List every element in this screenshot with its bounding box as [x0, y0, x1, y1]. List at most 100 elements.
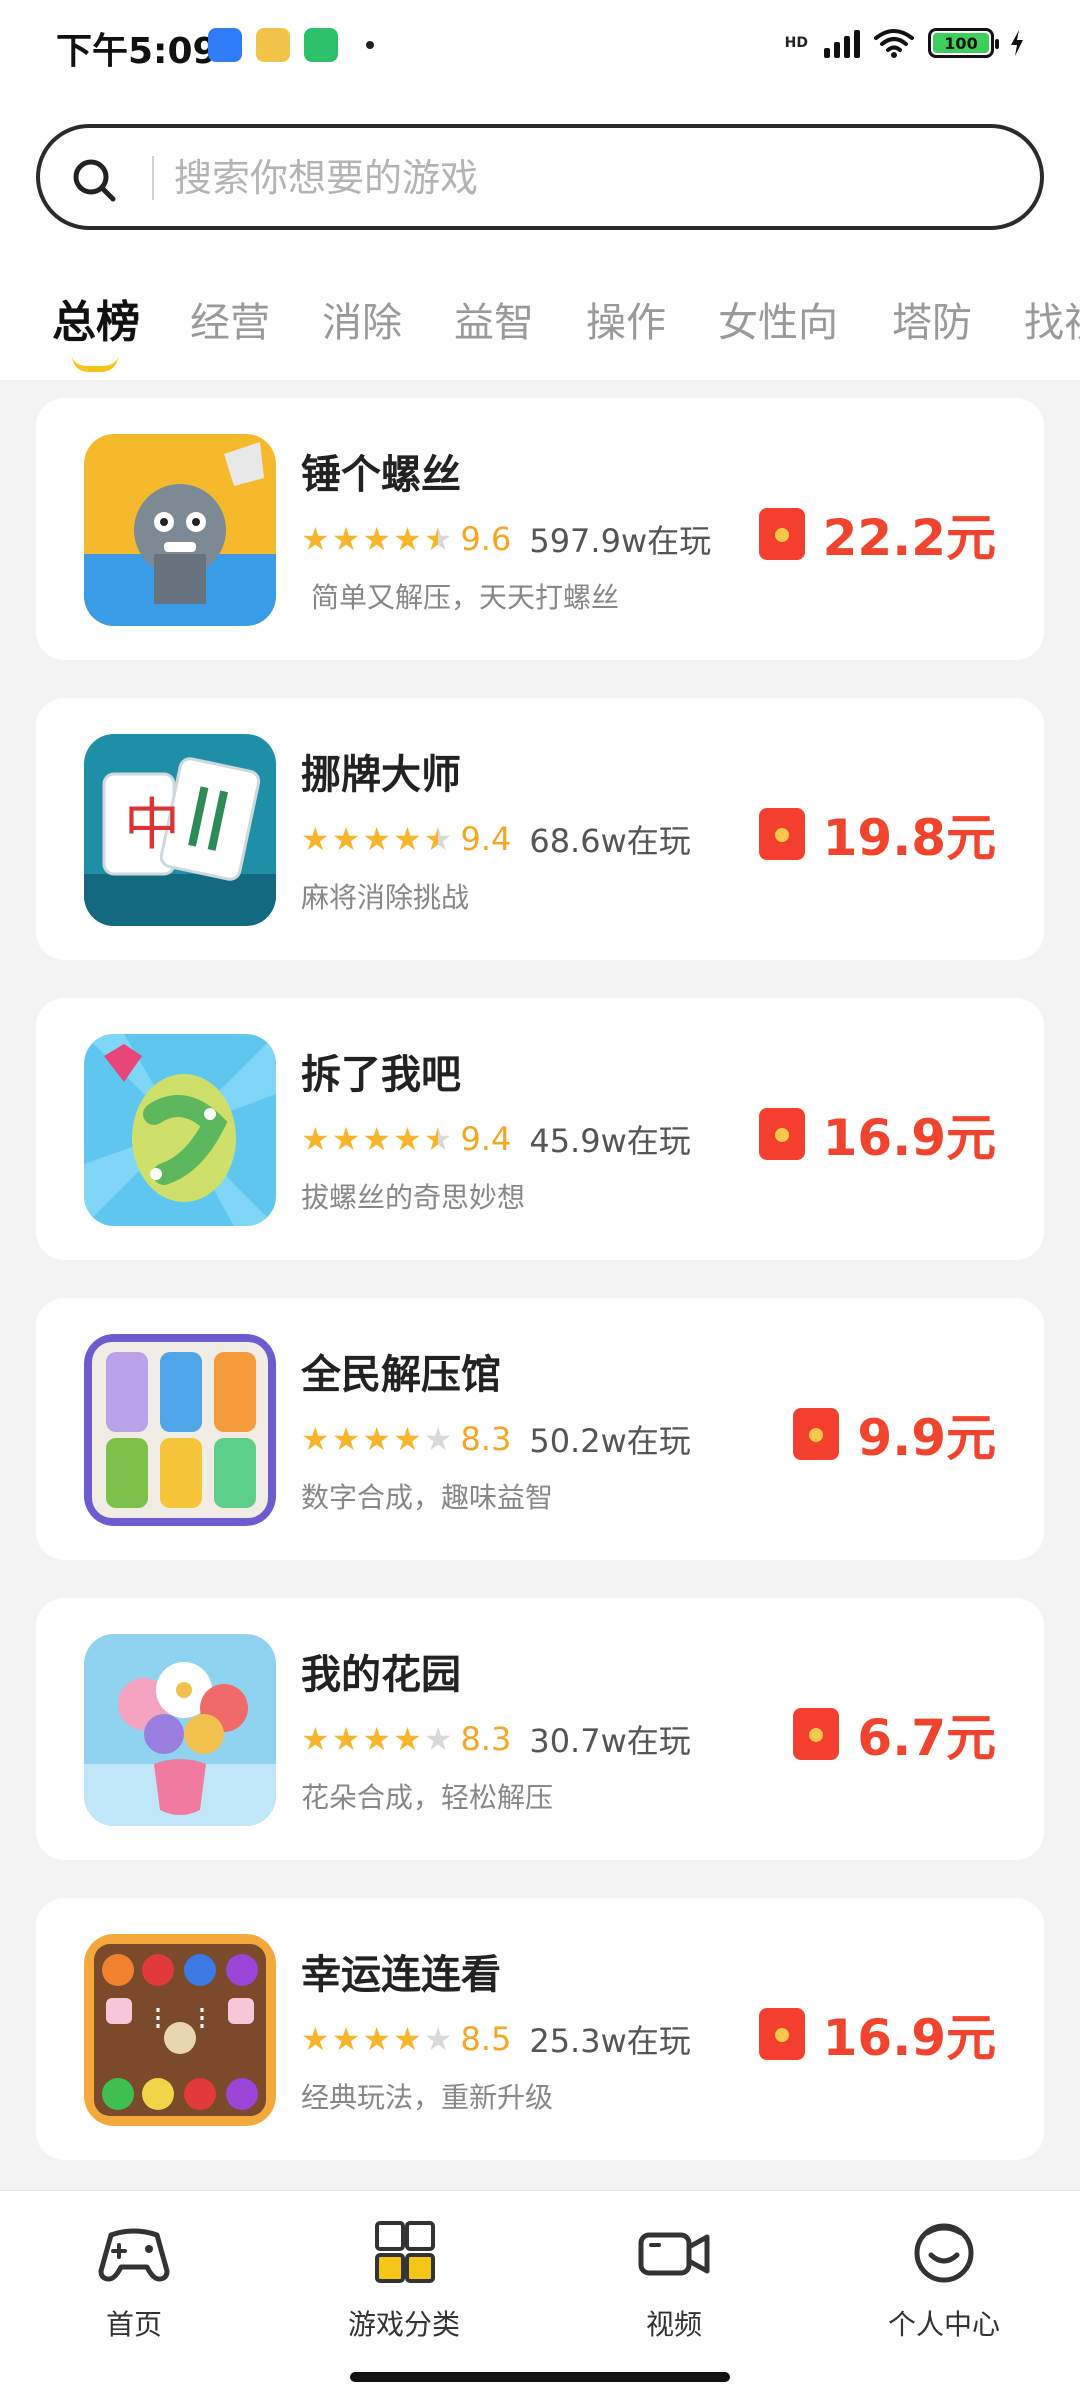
reward-badge[interactable]: 19.8元 — [758, 798, 996, 870]
nav-profile[interactable]: 个人中心 — [844, 2221, 1044, 2343]
nav-game-categories[interactable]: 游戏分类 — [304, 2221, 504, 2343]
reward-amount: 16.9元 — [822, 2009, 996, 2067]
game-description: 简单又解压，天天打螺丝 — [311, 581, 620, 614]
nav-categories-label: 游戏分类 — [347, 2308, 460, 2341]
reward-badge[interactable]: 16.9元 — [758, 1098, 996, 1170]
rating-row: ★ ★ ★ ★ ★ 8.3 30.7w在玩 — [301, 1716, 691, 1762]
reward-amount: 19.8元 — [822, 809, 996, 867]
half-star-icon: ★ — [423, 1120, 453, 1158]
star-icon: ★ — [393, 1720, 422, 1758]
grid-icon — [375, 2221, 435, 2283]
game-score: 9.4 — [460, 820, 512, 858]
tab-elimination[interactable]: 消除 — [322, 290, 402, 348]
game-score: 8.5 — [460, 2020, 512, 2058]
player-count: 25.3w在玩 — [529, 2022, 691, 2060]
search-bar[interactable] — [36, 124, 1044, 230]
gamepad-icon — [98, 2228, 170, 2282]
game-title: 全民解压馆 — [301, 1352, 501, 1398]
tab-puzzle[interactable]: 益智 — [454, 290, 534, 348]
battery-icon: 100 — [928, 28, 999, 58]
red-packet-icon — [758, 508, 805, 560]
empty-star-icon: ★ — [423, 1720, 453, 1758]
game-card[interactable]: 全民解压馆 ★ ★ ★ ★ ★ 8.3 50.2w在玩 数字合成，趣味益智 9.… — [36, 1298, 1044, 1560]
empty-star-icon: ★ — [423, 1420, 453, 1458]
reward-badge[interactable]: 6.7元 — [793, 1698, 996, 1770]
star-icon: ★ — [362, 1720, 392, 1758]
notification-icons — [208, 28, 374, 62]
search-icon[interactable] — [70, 156, 118, 204]
game-card[interactable]: 我的花园 ★ ★ ★ ★ ★ 8.3 30.7w在玩 花朵合成，轻松解压 6.7… — [36, 1598, 1044, 1860]
search-input[interactable] — [174, 150, 994, 206]
tab-overall[interactable]: 总榜 — [52, 286, 140, 350]
half-star-icon: ★ — [423, 520, 453, 558]
tab-action[interactable]: 操作 — [586, 290, 666, 348]
video-camera-icon — [638, 2232, 710, 2276]
reward-badge[interactable]: 9.9元 — [793, 1398, 996, 1470]
star-icon: ★ — [362, 820, 392, 858]
game-icon-link-match[interactable] — [84, 1934, 276, 2126]
game-card[interactable]: 中 挪牌大师 ★ ★ ★ ★ ★ 9.4 68.6w在玩 麻将消除挑战 19.8… — [36, 698, 1044, 960]
hd-icon: HD — [784, 35, 808, 51]
star-icon: ★ — [362, 1420, 392, 1458]
reward-amount: 6.7元 — [857, 1709, 996, 1767]
game-icon-unscrew[interactable] — [84, 1034, 276, 1226]
star-rating: ★ ★ ★ ★ ★ — [301, 523, 452, 555]
rating-row: ★ ★ ★ ★ ★ 9.4 68.6w在玩 — [301, 816, 691, 862]
tab-find[interactable]: 找视 — [1024, 290, 1080, 348]
reward-badge[interactable]: 22.2元 — [758, 498, 996, 570]
game-icon-mahjong[interactable]: 中 — [84, 734, 276, 926]
star-icon: ★ — [331, 520, 361, 558]
star-rating: ★ ★ ★ ★ ★ — [301, 1123, 452, 1155]
star-icon: ★ — [393, 520, 422, 558]
game-icon-screw[interactable] — [84, 434, 276, 626]
tab-management[interactable]: 经营 — [190, 290, 270, 348]
game-title: 我的花园 — [301, 1652, 461, 1698]
game-icon-garden[interactable] — [84, 1634, 276, 1826]
active-tab-indicator — [72, 356, 118, 372]
tab-tower-defense[interactable]: 塔防 — [892, 290, 972, 348]
star-icon: ★ — [362, 2020, 392, 2058]
rating-row: ★ ★ ★ ★ ★ 8.5 25.3w在玩 — [301, 2016, 691, 2062]
star-icon: ★ — [301, 1120, 330, 1158]
game-score: 9.4 — [460, 1120, 512, 1158]
nav-video[interactable]: 视频 — [574, 2221, 774, 2343]
svg-text:中: 中 — [124, 793, 180, 858]
player-count: 68.6w在玩 — [529, 822, 691, 860]
star-icon: ★ — [331, 2020, 361, 2058]
star-icon: ★ — [393, 820, 422, 858]
player-count: 30.7w在玩 — [529, 1722, 691, 1760]
game-score: 8.3 — [460, 1420, 512, 1458]
game-score: 9.6 — [460, 520, 512, 558]
star-rating: ★ ★ ★ ★ ★ — [301, 1723, 452, 1755]
game-icon-stacks[interactable] — [84, 1334, 276, 1526]
reward-amount: 9.9元 — [857, 1409, 996, 1467]
game-card[interactable]: 幸运连连看 ★ ★ ★ ★ ★ 8.5 25.3w在玩 经典玩法，重新升级 16… — [36, 1898, 1044, 2160]
status-bar: 下午5:09 HD 100 — [0, 0, 1080, 96]
reward-badge[interactable]: 16.9元 — [758, 1998, 996, 2070]
charging-icon — [1011, 30, 1023, 56]
game-description: 经典玩法，重新升级 — [301, 2081, 554, 2114]
app-notification-icon — [208, 28, 242, 62]
star-rating: ★ ★ ★ ★ ★ — [301, 823, 452, 855]
star-rating: ★ ★ ★ ★ ★ — [301, 2023, 452, 2055]
game-card[interactable]: 拆了我吧 ★ ★ ★ ★ ★ 9.4 45.9w在玩 拔螺丝的奇思妙想 16.9… — [36, 998, 1044, 1260]
search-divider — [152, 156, 154, 200]
more-notifications-dot — [366, 41, 374, 49]
game-description: 拔螺丝的奇思妙想 — [301, 1181, 526, 1214]
signal-icon — [824, 28, 860, 58]
red-packet-icon — [793, 1708, 840, 1760]
status-time: 下午5:09 — [56, 31, 218, 72]
tab-female[interactable]: 女性向 — [718, 290, 838, 348]
bottom-navigation: 首页 游戏分类 视频 个人中心 — [0, 2190, 1080, 2400]
empty-star-icon: ★ — [423, 2020, 453, 2058]
rating-row: ★ ★ ★ ★ ★ 9.6 597.9w在玩 — [301, 516, 711, 562]
game-app-notification-icon — [256, 28, 290, 62]
nav-video-label: 视频 — [645, 2308, 702, 2341]
nav-profile-label: 个人中心 — [887, 2308, 1000, 2341]
game-title: 幸运连连看 — [301, 1952, 501, 1998]
home-indicator[interactable] — [350, 2372, 730, 2382]
red-packet-icon — [758, 1108, 805, 1160]
nav-home[interactable]: 首页 — [34, 2221, 234, 2343]
game-card[interactable]: 锤个螺丝 ★ ★ ★ ★ ★ 9.6 597.9w在玩 简单又解压，天天打螺丝 … — [36, 398, 1044, 660]
red-packet-icon — [758, 2008, 805, 2060]
